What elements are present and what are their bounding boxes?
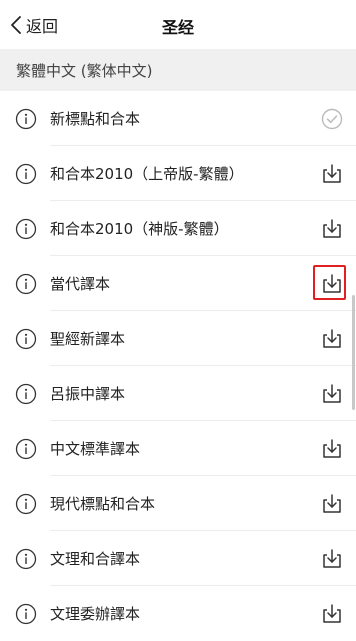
section-title: 繁體中文 (繁体中文)	[16, 61, 153, 80]
download-icon[interactable]	[319, 436, 345, 462]
list-item-label: 現代標點和合本	[50, 495, 156, 513]
download-icon[interactable]	[319, 271, 345, 297]
info-icon[interactable]	[15, 603, 37, 625]
list-item[interactable]: 現代標點和合本	[0, 476, 356, 531]
info-icon[interactable]	[15, 108, 37, 130]
list-item-label: 中文標準譯本	[50, 440, 141, 458]
info-icon[interactable]	[15, 383, 37, 405]
info-icon[interactable]	[15, 273, 37, 295]
info-icon[interactable]	[15, 438, 37, 460]
download-icon[interactable]	[319, 216, 345, 242]
info-icon[interactable]	[15, 328, 37, 350]
list-item-label: 當代譯本	[50, 275, 111, 293]
download-icon[interactable]	[319, 546, 345, 572]
info-icon[interactable]	[15, 548, 37, 570]
list-item-label: 和合本2010（上帝版-繁體）	[50, 165, 244, 183]
list-item-label: 和合本2010（神版-繁體）	[50, 220, 229, 238]
top-bar: 返回 圣经	[0, 0, 356, 49]
list-item[interactable]: 呂振中譯本	[0, 366, 356, 421]
download-icon[interactable]	[319, 491, 345, 517]
check-circle-icon	[319, 106, 345, 132]
list-item[interactable]: 和合本2010（神版-繁體）	[0, 201, 356, 256]
list-item-label: 聖經新譯本	[50, 330, 126, 348]
bible-version-list: 新標點和合本 和合本2010（上帝版-繁體） 和合本2010（神版-繁體） 當代…	[0, 91, 356, 641]
list-item[interactable]: 新標點和合本	[0, 91, 356, 146]
page-title: 圣经	[161, 18, 194, 37]
list-item-label: 新標點和合本	[50, 110, 141, 128]
download-icon[interactable]	[319, 381, 345, 407]
list-item[interactable]: 和合本2010（上帝版-繁體）	[0, 146, 356, 201]
download-icon[interactable]	[319, 601, 345, 627]
info-icon[interactable]	[15, 493, 37, 515]
list-item[interactable]: 聖經新譯本	[0, 311, 356, 366]
info-icon[interactable]	[15, 218, 37, 240]
info-icon[interactable]	[15, 163, 37, 185]
list-item[interactable]: 文理和合譯本	[0, 531, 356, 586]
list-item[interactable]: 當代譯本	[0, 256, 356, 311]
list-item-label: 呂振中譯本	[50, 385, 126, 403]
download-icon[interactable]	[319, 161, 345, 187]
download-icon[interactable]	[319, 326, 345, 352]
scrollbar[interactable]	[352, 295, 355, 410]
list-item-label: 文理和合譯本	[50, 550, 141, 568]
list-item-label: 文理委辦譯本	[50, 605, 141, 623]
section-header: 繁體中文 (繁体中文)	[0, 49, 356, 91]
list-item[interactable]: 中文標準譯本	[0, 421, 356, 476]
